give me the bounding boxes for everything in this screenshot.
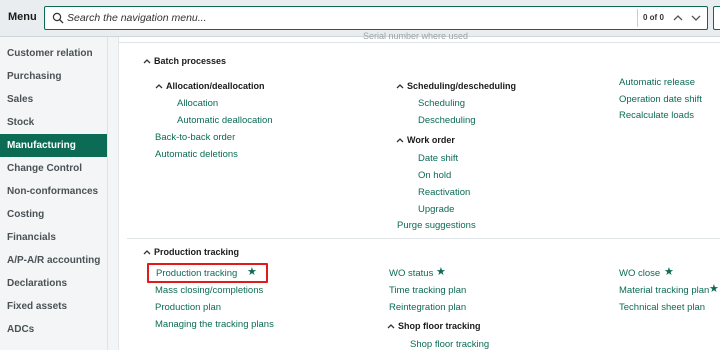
- link-purge-suggestions[interactable]: Purge suggestions: [397, 220, 476, 231]
- link-reactivation[interactable]: Reactivation: [418, 187, 470, 198]
- sidebar: Customer relation Purchasing Sales Stock…: [0, 37, 108, 350]
- sidebar-item-manufacturing[interactable]: Manufacturing: [0, 134, 107, 157]
- link-wo-close[interactable]: WO close: [619, 268, 660, 279]
- link-back-to-back-order[interactable]: Back-to-back order: [155, 132, 235, 143]
- main-content: Serial number where used Batch processes…: [108, 31, 720, 350]
- sidebar-item-adcs[interactable]: ADCs: [0, 318, 107, 341]
- sidebar-item-sales[interactable]: Sales: [0, 88, 107, 111]
- group-work-order[interactable]: Work order: [396, 135, 455, 145]
- chevron-up-icon[interactable]: [671, 11, 685, 25]
- group-title: Shop floor tracking: [398, 321, 481, 331]
- search-input[interactable]: [67, 10, 627, 26]
- sidebar-item-change-control[interactable]: Change Control: [0, 157, 107, 180]
- cut-off-item[interactable]: Serial number where used: [363, 31, 468, 41]
- link-descheduling[interactable]: Descheduling: [418, 115, 476, 126]
- favorite-star-icon[interactable]: ★: [436, 267, 446, 278]
- sidebar-item-costing[interactable]: Costing: [0, 203, 107, 226]
- link-managing-the-tracking-plans[interactable]: Managing the tracking plans: [155, 319, 274, 330]
- chevron-down-icon[interactable]: [689, 11, 703, 25]
- sidebar-item-non-conformances[interactable]: Non-conformances: [0, 180, 107, 203]
- link-wo-status[interactable]: WO status: [389, 268, 433, 279]
- corner-button[interactable]: [713, 6, 720, 30]
- sidebar-item-purchasing[interactable]: Purchasing: [0, 65, 107, 88]
- menu-label[interactable]: Menu: [8, 11, 37, 23]
- section-divider: [127, 238, 720, 239]
- manufacturing-panel: Serial number where used Batch processes…: [118, 31, 720, 350]
- chevron-up-icon: [396, 137, 404, 143]
- link-mass-closing-completions[interactable]: Mass closing/completions: [155, 285, 263, 296]
- sidebar-item-customer-relation[interactable]: Customer relation: [0, 42, 107, 65]
- link-reintegration-plan[interactable]: Reintegration plan: [389, 302, 466, 313]
- chevron-up-icon: [396, 83, 404, 89]
- search-separator: [637, 9, 638, 27]
- group-title: Work order: [407, 135, 455, 145]
- group-shop-floor-tracking[interactable]: Shop floor tracking: [387, 321, 481, 331]
- link-allocation[interactable]: Allocation: [177, 98, 218, 109]
- link-shop-floor-tracking[interactable]: Shop floor tracking: [410, 339, 489, 350]
- sidebar-item-ap-ar-accounting[interactable]: A/P-A/R accounting: [0, 249, 107, 272]
- section-title: Batch processes: [154, 56, 227, 66]
- link-operation-date-shift[interactable]: Operation date shift: [619, 94, 702, 105]
- link-production-plan[interactable]: Production plan: [155, 302, 221, 313]
- link-production-tracking[interactable]: Production tracking: [156, 268, 237, 279]
- section-production-tracking[interactable]: Production tracking: [143, 247, 239, 257]
- sidebar-item-stock[interactable]: Stock: [0, 111, 107, 134]
- link-technical-sheet-plan[interactable]: Technical sheet plan: [619, 302, 705, 313]
- favorite-star-icon[interactable]: ★: [664, 267, 674, 278]
- chevron-up-icon: [387, 323, 395, 329]
- group-allocation-deallocation[interactable]: Allocation/deallocation: [155, 81, 265, 91]
- chevron-up-icon: [155, 83, 163, 89]
- section-title: Production tracking: [154, 247, 240, 257]
- favorite-star-icon[interactable]: ★: [247, 267, 257, 278]
- link-automatic-release[interactable]: Automatic release: [619, 77, 695, 88]
- link-upgrade[interactable]: Upgrade: [418, 204, 454, 215]
- sidebar-item-fixed-assets[interactable]: Fixed assets: [0, 295, 107, 318]
- search-box[interactable]: 0 of 0: [44, 6, 708, 30]
- section-batch-processes[interactable]: Batch processes: [143, 56, 226, 66]
- sidebar-item-declarations[interactable]: Declarations: [0, 272, 107, 295]
- match-count: 0 of 0: [643, 13, 664, 22]
- group-title: Allocation/deallocation: [166, 81, 265, 91]
- group-title: Scheduling/descheduling: [407, 81, 517, 91]
- link-scheduling[interactable]: Scheduling: [418, 98, 465, 109]
- group-scheduling-descheduling[interactable]: Scheduling/descheduling: [396, 81, 516, 91]
- favorite-star-icon[interactable]: ★: [709, 284, 719, 295]
- link-time-tracking-plan[interactable]: Time tracking plan: [389, 285, 466, 296]
- divider: [119, 42, 720, 43]
- chevron-up-icon: [143, 249, 151, 255]
- chevron-up-icon: [143, 58, 151, 64]
- link-automatic-deletions[interactable]: Automatic deletions: [155, 149, 238, 160]
- link-date-shift[interactable]: Date shift: [418, 153, 458, 164]
- top-bar: Menu 0 of 0: [0, 0, 720, 37]
- link-material-tracking-plan[interactable]: Material tracking plan: [619, 285, 709, 296]
- link-on-hold[interactable]: On hold: [418, 170, 451, 181]
- sidebar-item-financials[interactable]: Financials: [0, 226, 107, 249]
- link-automatic-deallocation[interactable]: Automatic deallocation: [177, 115, 273, 126]
- link-recalculate-loads[interactable]: Recalculate loads: [619, 110, 694, 121]
- search-icon: [52, 12, 64, 24]
